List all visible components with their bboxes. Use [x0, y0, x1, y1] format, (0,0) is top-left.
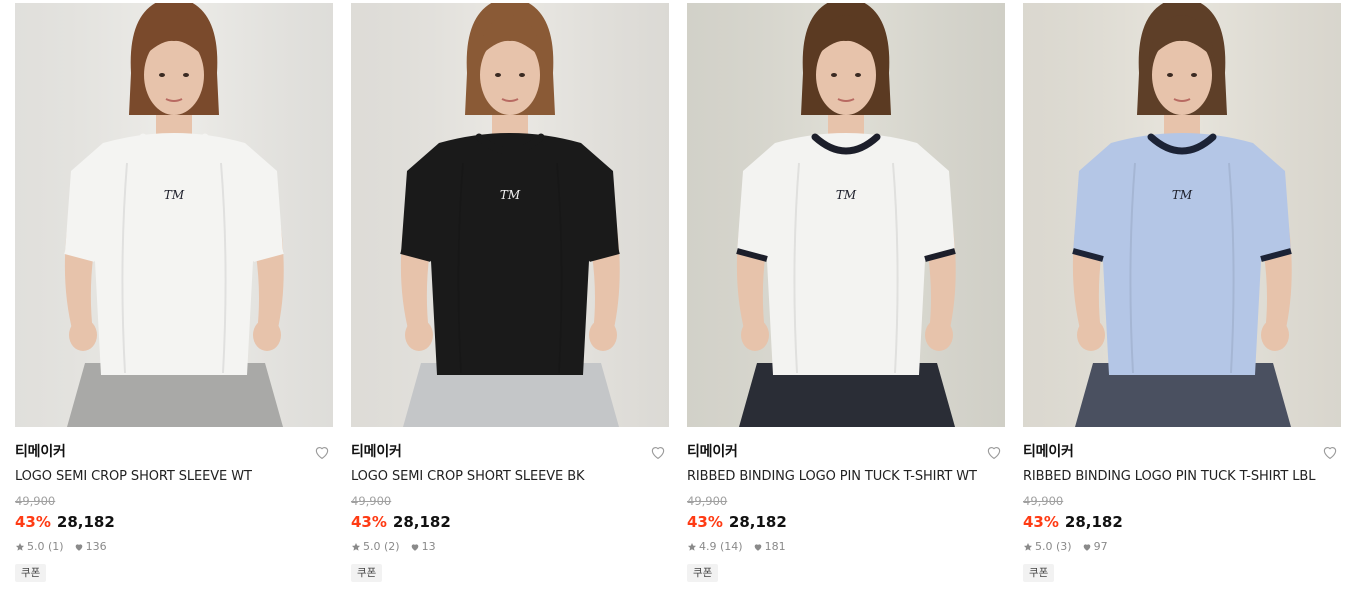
star-icon — [351, 542, 361, 552]
product-image[interactable]: TM — [15, 3, 333, 427]
product-title[interactable]: LOGO SEMI CROP SHORT SLEEVE WT — [15, 468, 333, 486]
coupon-badge: 쿠폰 — [1023, 564, 1055, 582]
like-count: 181 — [764, 540, 786, 553]
price-row: 43% 28,182 — [15, 512, 333, 532]
product-card[interactable]: TM 티메이커 RIBBED BINDING LOGO PIN TUCK T-S… — [1023, 3, 1341, 582]
discount-rate: 43% — [687, 513, 723, 531]
rating-text: 4.9 (14) — [699, 540, 743, 553]
price-row: 43% 28,182 — [1023, 512, 1341, 532]
svg-text:TM: TM — [164, 188, 185, 202]
wishlist-heart-icon[interactable] — [1321, 443, 1339, 461]
product-card[interactable]: TM 티메이커 RIBBED BINDING LOGO PIN TUCK T-S… — [687, 3, 1005, 582]
svg-text:TM: TM — [836, 188, 857, 202]
product-image[interactable]: TM — [1023, 3, 1341, 427]
rating-text: 5.0 (2) — [363, 540, 400, 553]
brand-name[interactable]: 티메이커 — [15, 441, 333, 463]
brand-row: 티메이커 — [687, 441, 1005, 463]
product-card[interactable]: TM 티메이커 LOGO SEMI CROP SHORT SLEEVE WT 4… — [15, 3, 333, 582]
brand-name[interactable]: 티메이커 — [687, 441, 1005, 463]
product-meta: 5.0 (1) 136 — [15, 540, 333, 554]
like-count: 13 — [421, 540, 436, 553]
coupon-badge: 쿠폰 — [351, 564, 383, 582]
product-image[interactable]: TM — [687, 3, 1005, 427]
product-photo: TM — [351, 3, 669, 427]
like-heart-icon — [410, 542, 420, 552]
like-heart-icon — [74, 542, 84, 552]
original-price: 49,900 — [1023, 494, 1064, 508]
product-image[interactable]: TM — [351, 3, 669, 427]
product-photo: TM — [15, 3, 333, 427]
price-row: 43% 28,182 — [687, 512, 1005, 532]
star-icon — [1023, 542, 1033, 552]
like-count: 97 — [1093, 540, 1108, 553]
sale-price: 28,182 — [1064, 513, 1123, 531]
product-grid: TM 티메이커 LOGO SEMI CROP SHORT SLEEVE WT 4… — [0, 0, 1348, 597]
sale-price: 28,182 — [728, 513, 787, 531]
original-price: 49,900 — [15, 494, 56, 508]
discount-rate: 43% — [351, 513, 387, 531]
sale-price: 28,182 — [392, 513, 451, 531]
coupon-badge: 쿠폰 — [687, 564, 719, 582]
original-price: 49,900 — [687, 494, 728, 508]
brand-name[interactable]: 티메이커 — [351, 441, 669, 463]
rating-text: 5.0 (1) — [27, 540, 64, 553]
rating-text: 5.0 (3) — [1035, 540, 1072, 553]
product-card[interactable]: TM 티메이커 LOGO SEMI CROP SHORT SLEEVE BK 4… — [351, 3, 669, 582]
product-photo: TM — [687, 3, 1005, 427]
product-meta: 4.9 (14) 181 — [687, 540, 1005, 554]
brand-row: 티메이커 — [351, 441, 669, 463]
star-icon — [15, 542, 25, 552]
wishlist-heart-icon[interactable] — [649, 443, 667, 461]
sale-price: 28,182 — [56, 513, 115, 531]
product-title[interactable]: RIBBED BINDING LOGO PIN TUCK T-SHIRT LBL — [1023, 468, 1341, 486]
price-row: 43% 28,182 — [351, 512, 669, 532]
like-count: 136 — [85, 540, 107, 553]
like-heart-icon — [753, 542, 763, 552]
svg-text:TM: TM — [500, 188, 521, 202]
product-title[interactable]: LOGO SEMI CROP SHORT SLEEVE BK — [351, 468, 669, 486]
discount-rate: 43% — [1023, 513, 1059, 531]
product-title[interactable]: RIBBED BINDING LOGO PIN TUCK T-SHIRT WT — [687, 468, 1005, 486]
wishlist-heart-icon[interactable] — [985, 443, 1003, 461]
like-heart-icon — [1082, 542, 1092, 552]
brand-name[interactable]: 티메이커 — [1023, 441, 1341, 463]
product-photo: TM — [1023, 3, 1341, 427]
wishlist-heart-icon[interactable] — [313, 443, 331, 461]
svg-text:TM: TM — [1172, 188, 1193, 202]
product-meta: 5.0 (2) 13 — [351, 540, 669, 554]
brand-row: 티메이커 — [1023, 441, 1341, 463]
brand-row: 티메이커 — [15, 441, 333, 463]
star-icon — [687, 542, 697, 552]
product-meta: 5.0 (3) 97 — [1023, 540, 1341, 554]
coupon-badge: 쿠폰 — [15, 564, 47, 582]
discount-rate: 43% — [15, 513, 51, 531]
original-price: 49,900 — [351, 494, 392, 508]
